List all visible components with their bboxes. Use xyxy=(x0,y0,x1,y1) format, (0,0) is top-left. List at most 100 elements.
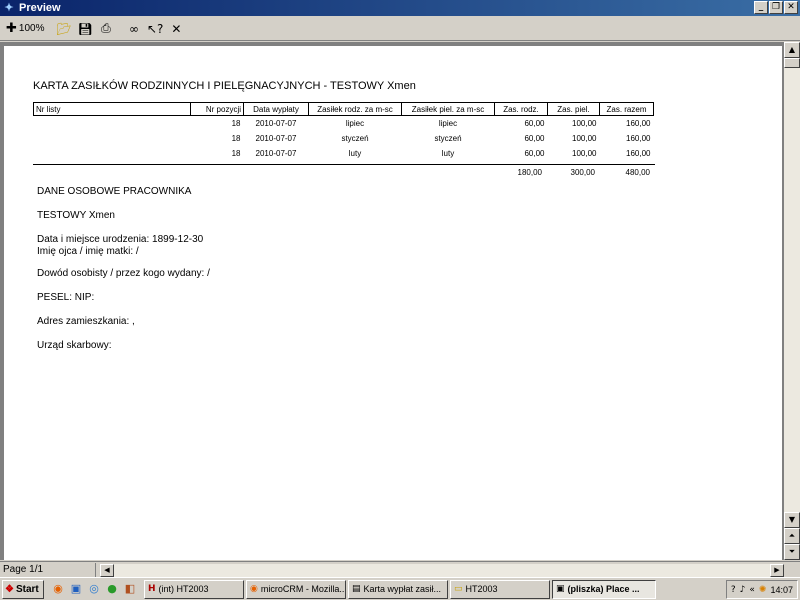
cell-zas-rodz: 60,00 xyxy=(524,118,545,128)
status-bar: Page 1/1 ◀ ▶ xyxy=(0,561,800,577)
binoculars-icon: ∞ xyxy=(128,21,139,36)
totals-divider xyxy=(33,164,655,165)
preview-viewport[interactable]: KARTA ZASIŁKÓW RODZINNYCH I PIELĘGNACYJN… xyxy=(0,42,784,560)
total-zas-razem: 480,00 xyxy=(625,168,650,177)
column-header: Nr listy xyxy=(33,102,191,116)
cell-nr-pozycji: 18 xyxy=(231,148,241,158)
tray-expand-button[interactable]: « xyxy=(749,585,755,595)
scroll-left-button[interactable]: ◀ xyxy=(100,564,114,577)
table-row: 18 2010-07-07 styczeń styczeń 60,00 100,… xyxy=(34,131,654,146)
taskbar-item[interactable]: ▤ Karta wypłat zasił... xyxy=(348,579,448,599)
cell-data-wyplaty: 2010-07-07 xyxy=(255,133,297,143)
cell-zas-piel: 100,00 xyxy=(572,133,597,143)
close-icon: ✕ xyxy=(171,21,182,36)
arrow-up-icon: ▲ xyxy=(788,45,796,54)
open-button[interactable]: 📂︎ xyxy=(54,19,73,39)
taskbar-item[interactable]: H (int) HT2003 xyxy=(144,579,244,599)
address-info: Adres zamieszkania: , xyxy=(37,316,135,327)
ht-app-icon: H xyxy=(148,584,156,594)
cell-nr-pozycji: 18 xyxy=(231,133,241,143)
start-button[interactable]: ❖ Start xyxy=(2,579,44,599)
total-zas-rodz: 180,00 xyxy=(517,168,542,177)
system-tray: ? ♪ « ✺ 14:07 xyxy=(725,580,798,599)
close-preview-button[interactable]: ✕ xyxy=(167,19,185,39)
help-icon[interactable]: ? xyxy=(731,585,736,595)
scroll-up-button[interactable]: ▲ xyxy=(784,42,800,58)
zoom-label: 100% xyxy=(18,23,45,34)
cell-data-wyplaty: 2010-07-07 xyxy=(255,118,297,128)
clock[interactable]: 14:07 xyxy=(770,585,793,595)
page-indicator: Page 1/1 xyxy=(0,562,96,577)
volume-icon[interactable]: ♪ xyxy=(740,585,746,595)
close-button[interactable]: ✕ xyxy=(784,1,798,14)
arrow-right-icon: ▶ xyxy=(774,566,780,574)
cell-zasilek-piel-msc: lipiec xyxy=(438,118,458,128)
firefox-icon[interactable]: ◉ xyxy=(50,581,66,597)
table-header-row: Nr listy Nr pozycji Data wypłaty Zasiłek… xyxy=(33,102,654,116)
cell-data-wyplaty: 2010-07-07 xyxy=(255,148,297,158)
media-icon[interactable]: ● xyxy=(104,581,120,597)
window-title: Preview xyxy=(19,2,61,14)
report-title: KARTA ZASIŁKÓW RODZINNYCH I PIELĘGNACYJN… xyxy=(33,80,416,92)
horizontal-scrollbar[interactable]: ◀ ▶ xyxy=(100,564,784,577)
folder-icon: ▭ xyxy=(454,584,463,594)
id-card-info: Dowód osobisty / przez kogo wydany: / xyxy=(37,268,210,279)
app-launcher-icon[interactable]: ◧ xyxy=(122,581,138,597)
cell-zas-rodz: 60,00 xyxy=(524,148,545,158)
preview-toolbar: ✚ 100% 📂︎ 💾︎ ⎙ ∞ ↖? ✕ xyxy=(0,17,800,41)
cell-zasilek-rodz-msc: styczeń xyxy=(341,133,369,143)
birth-info: Data i miejsce urodzenia: 1899-12-30 xyxy=(37,234,204,245)
save-button[interactable]: 💾︎ xyxy=(76,19,95,39)
taskbar-item-label: (int) HT2003 xyxy=(158,584,209,594)
find-button[interactable]: ∞ xyxy=(125,19,143,39)
cell-zasilek-piel-msc: styczeń xyxy=(434,133,462,143)
minimize-button[interactable]: _ xyxy=(754,1,768,14)
cell-nr-listy xyxy=(34,131,191,146)
taskbar-item[interactable]: ◉ microCRM - Mozilla... xyxy=(246,579,346,599)
taskbar-item-label: HT2003 xyxy=(465,584,498,594)
taskbar: ❖ Start ◉ ▣ ◎ ● ◧ H (int) HT2003 ◉ micro… xyxy=(0,577,800,600)
cell-zas-piel: 100,00 xyxy=(572,118,597,128)
vertical-scrollbar[interactable]: ▲ ▼ ⏶ ⏷ xyxy=(784,42,800,560)
cell-nr-listy xyxy=(34,146,191,161)
window-titlebar: ✦ Preview _ ❐ ✕ xyxy=(0,0,800,16)
zoom-button[interactable]: ✚ 100% xyxy=(4,19,46,39)
browser-icon[interactable]: ◎ xyxy=(86,581,102,597)
taskbar-item[interactable]: ▭ HT2003 xyxy=(450,579,550,599)
document-icon: ▤ xyxy=(352,584,361,594)
network-icon[interactable]: ✺ xyxy=(759,585,767,595)
cell-zas-razem: 160,00 xyxy=(626,148,651,158)
tax-office-info: Urząd skarbowy: xyxy=(37,340,112,351)
taskbar-item-active[interactable]: ▣ (pliszka) Place ... xyxy=(552,579,656,599)
printer-icon: ⎙ xyxy=(101,21,111,35)
report-page: KARTA ZASIŁKÓW RODZINNYCH I PIELĘGNACYJN… xyxy=(4,46,782,560)
section-heading: DANE OSOBOWE PRACOWNIKA xyxy=(37,186,192,197)
arrow-left-icon: ◀ xyxy=(104,566,110,574)
restore-button[interactable]: ❐ xyxy=(769,1,783,14)
toolbar-separator xyxy=(117,19,123,39)
start-label: Start xyxy=(15,583,39,595)
cell-zas-piel: 100,00 xyxy=(572,148,597,158)
page-down-button[interactable]: ⏷ xyxy=(784,544,800,560)
cell-nr-pozycji: 18 xyxy=(231,118,241,128)
taskbar-item-label: (pliszka) Place ... xyxy=(567,584,640,594)
page-up-button[interactable]: ⏶ xyxy=(784,528,800,544)
column-header: Nr pozycji xyxy=(190,102,244,116)
cell-zasilek-piel-msc: luty xyxy=(441,148,455,158)
taskbar-item-label: microCRM - Mozilla... xyxy=(260,584,346,594)
print-button[interactable]: ⎙ xyxy=(97,19,115,39)
scroll-right-button[interactable]: ▶ xyxy=(770,564,784,577)
scroll-down-button[interactable]: ▼ xyxy=(784,512,800,528)
help-pointer-icon: ↖? xyxy=(146,21,164,36)
cell-zasilek-rodz-msc: lipiec xyxy=(345,118,365,128)
quick-launch: ◉ ▣ ◎ ● ◧ xyxy=(50,581,138,597)
employee-name: TESTOWY Xmen xyxy=(37,210,115,221)
desktop-icon[interactable]: ▣ xyxy=(68,581,84,597)
cell-nr-listy xyxy=(34,116,191,131)
scroll-thumb[interactable] xyxy=(784,58,800,68)
cell-zas-rodz: 60,00 xyxy=(524,133,545,143)
help-button[interactable]: ↖? xyxy=(145,19,165,39)
floppy-disk-icon: 💾︎ xyxy=(77,21,93,36)
table-row: 18 2010-07-07 luty luty 60,00 100,00 160… xyxy=(34,146,654,161)
double-arrow-up-icon: ⏶ xyxy=(788,531,796,540)
